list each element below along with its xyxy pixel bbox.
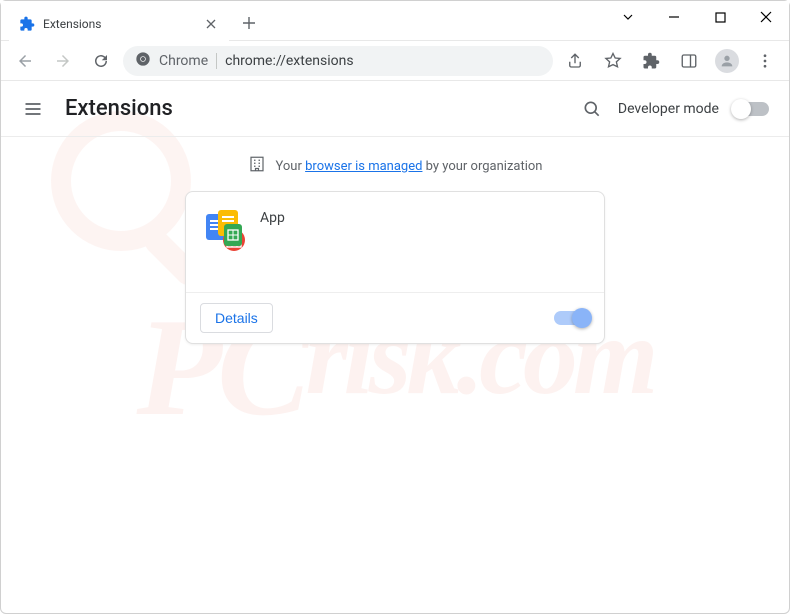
omnibox-url: chrome://extensions [225, 53, 353, 69]
page-title: Extensions [65, 96, 173, 121]
reload-button[interactable] [85, 45, 117, 77]
managed-prefix: Your [276, 159, 306, 174]
new-tab-button[interactable] [235, 9, 263, 37]
managed-suffix: by your organization [422, 159, 542, 174]
extension-app-icon [204, 210, 244, 250]
menu-hamburger-icon[interactable] [21, 97, 45, 121]
puzzle-icon [19, 16, 35, 32]
browser-tab[interactable]: Extensions [9, 7, 229, 41]
kebab-menu-icon[interactable] [749, 45, 781, 77]
tab-close-icon[interactable] [203, 16, 219, 32]
omnibox-separator [216, 53, 217, 69]
search-icon[interactable] [580, 97, 604, 121]
profile-avatar[interactable] [711, 45, 743, 77]
back-button[interactable] [9, 45, 41, 77]
avatar-icon [715, 49, 739, 73]
managed-banner: Your browser is managed by your organiza… [1, 137, 789, 191]
managed-link[interactable]: browser is managed [305, 159, 422, 174]
forward-button[interactable] [47, 45, 79, 77]
omnibox-scheme-label: Chrome [159, 53, 208, 69]
bookmark-star-icon[interactable] [597, 45, 629, 77]
extension-enable-toggle[interactable] [554, 311, 590, 325]
window-close-button[interactable] [743, 1, 789, 33]
building-icon [248, 155, 266, 177]
chrome-logo-icon [135, 51, 151, 71]
share-icon[interactable] [559, 45, 591, 77]
tab-title: Extensions [43, 17, 195, 31]
extensions-puzzle-icon[interactable] [635, 45, 667, 77]
developer-mode-toggle[interactable] [733, 102, 769, 116]
window-maximize-button[interactable] [697, 1, 743, 33]
developer-mode-label: Developer mode [618, 101, 719, 117]
details-button[interactable]: Details [200, 303, 273, 333]
side-panel-icon[interactable] [673, 45, 705, 77]
extension-card: App Details [185, 191, 605, 344]
window-minimize-button[interactable] [651, 1, 697, 33]
chevron-down-icon[interactable] [605, 1, 651, 33]
address-bar[interactable]: Chrome chrome://extensions [123, 46, 553, 76]
extension-name: App [260, 210, 285, 262]
